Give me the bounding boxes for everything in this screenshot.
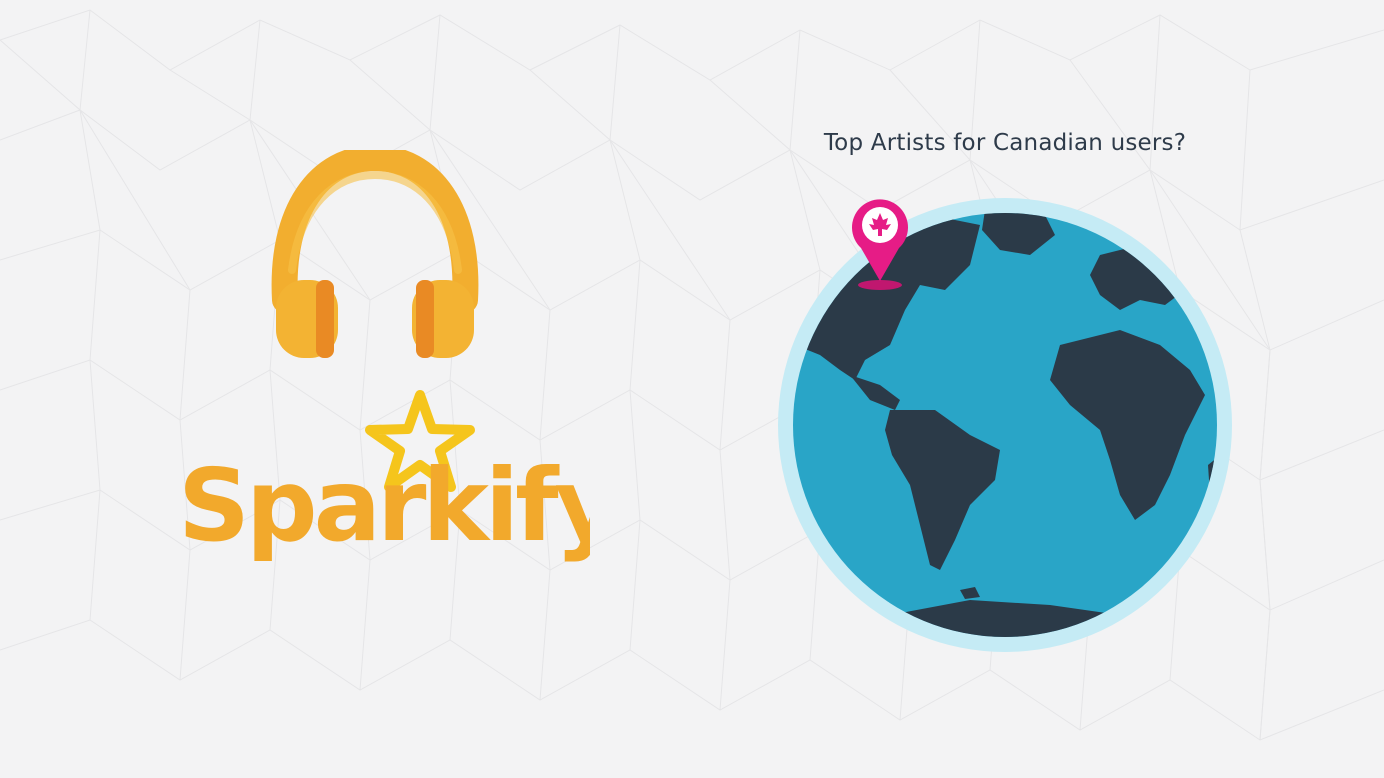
slide: Sparkify Top Artists for Canadian users? xyxy=(0,0,1384,778)
question-text: Top Artists for Canadian users? xyxy=(823,130,1187,156)
sparkify-logo: Sparkify xyxy=(178,390,590,564)
headphones-icon xyxy=(271,150,479,358)
globe-icon xyxy=(778,198,1232,652)
brand-name: Sparkify xyxy=(178,447,590,564)
location-pin-icon xyxy=(852,199,908,290)
